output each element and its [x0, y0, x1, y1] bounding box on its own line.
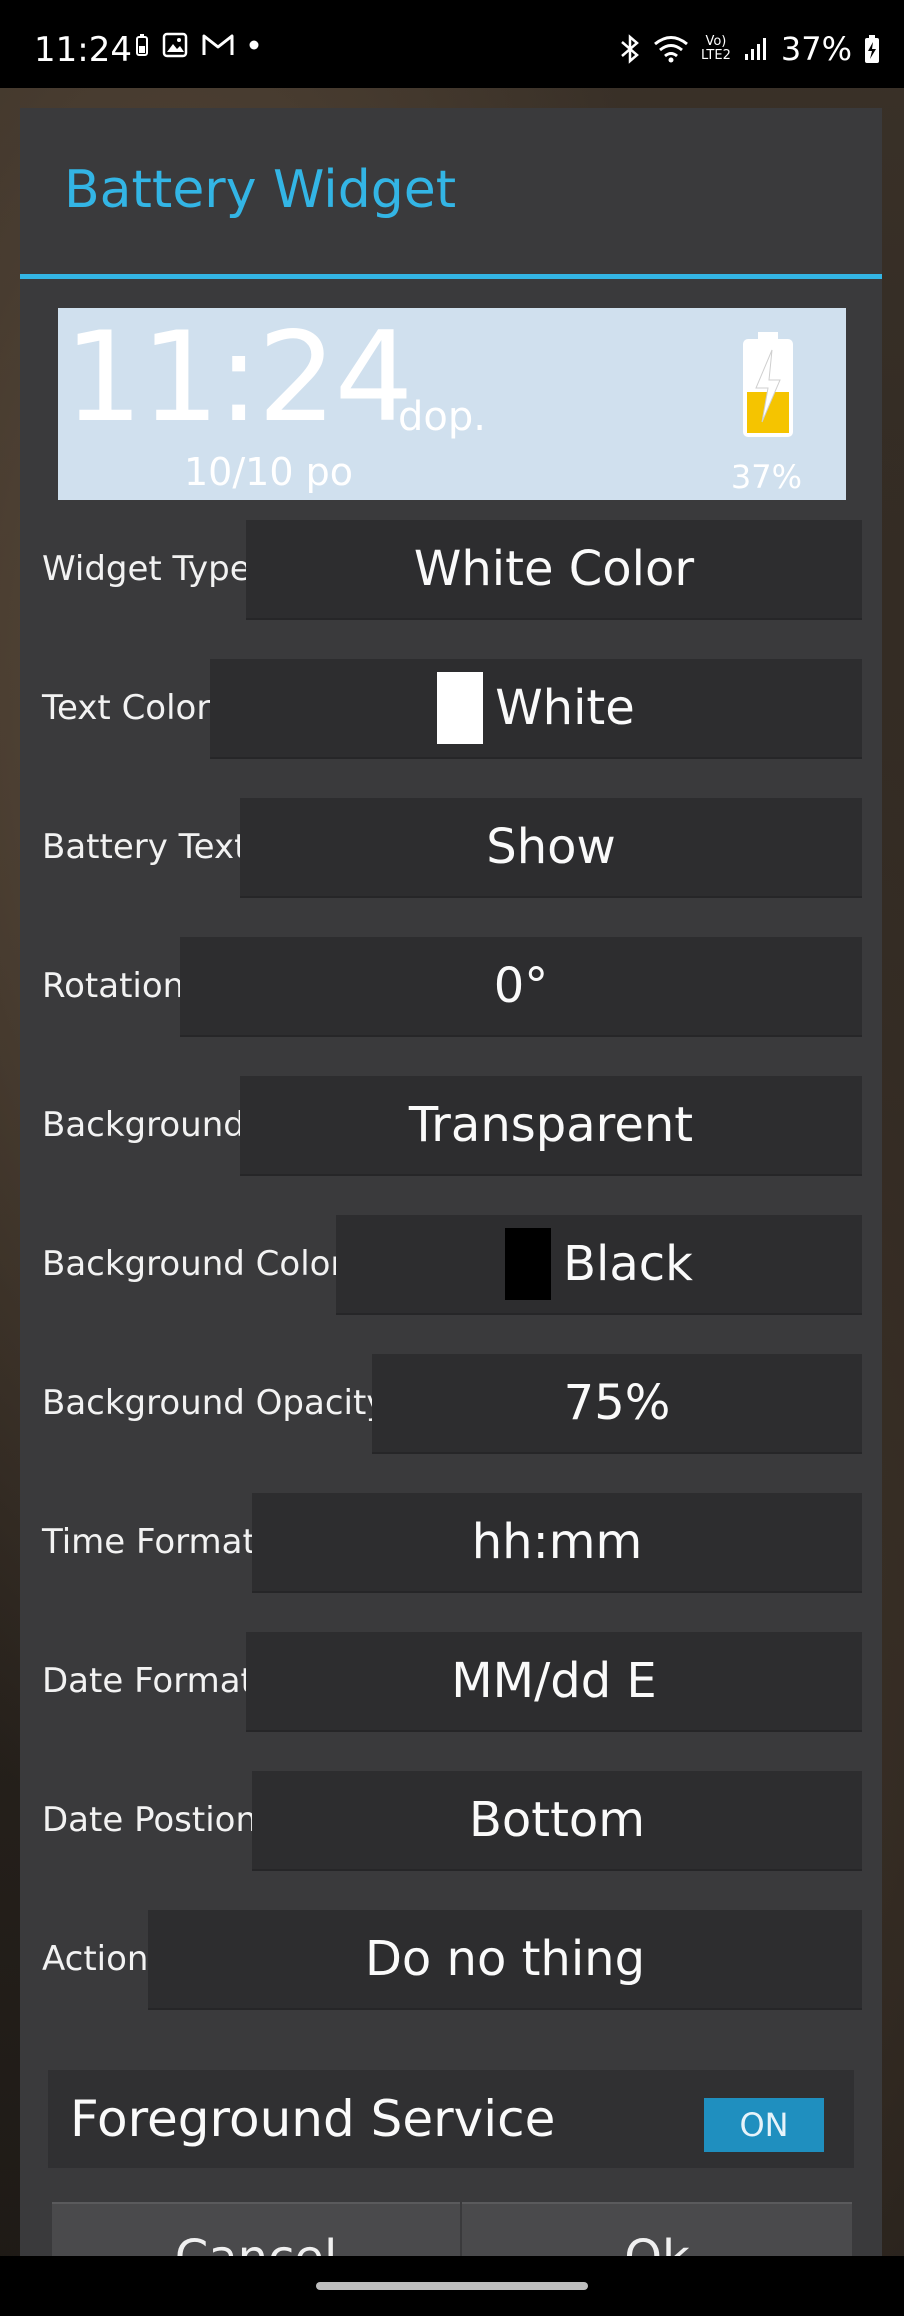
text-color-select[interactable]: White — [210, 659, 862, 757]
setting-label: Text Color — [42, 688, 211, 728]
preview-battery-percent: 37% — [730, 458, 802, 496]
action-select[interactable]: Do no thing — [148, 1910, 862, 2008]
volte-icon: Vo) LTE2 — [700, 34, 731, 63]
background-color-select[interactable]: Black — [336, 1215, 862, 1313]
setting-label: Date Postion — [42, 1800, 258, 1840]
foreground-service-toggle[interactable]: ON — [704, 2098, 824, 2152]
status-battery-percent: 37% — [780, 30, 852, 68]
setting-label: Widget Type — [42, 549, 251, 589]
setting-row-time-format: Time Format hh:mm — [20, 1493, 882, 1591]
notification-icons — [136, 32, 260, 58]
setting-label: Rotation — [42, 966, 185, 1006]
setting-row-action: Action Do no thing — [20, 1910, 882, 2008]
setting-row-text-color: Text Color White — [20, 659, 882, 757]
setting-row-rotation: Rotation 0° — [20, 937, 882, 1035]
setting-row-widget-type: Widget Type White Color — [20, 520, 882, 618]
status-bar: 11:24 Vo) LTE2 37% — [0, 0, 904, 88]
setting-row-background-opacity: Background Opacity 75% — [20, 1354, 882, 1452]
battery-charging-icon — [743, 332, 793, 437]
widget-type-select[interactable]: White Color — [246, 520, 862, 618]
gmail-icon — [202, 34, 234, 55]
battery-text-select[interactable]: Show — [240, 798, 862, 896]
dialog-title: Battery Widget — [64, 160, 457, 220]
preview-time: 11:24 — [64, 306, 413, 450]
widget-preview: 11:24 dop. 10/10 po 37% — [58, 308, 846, 500]
setting-label: Background — [42, 1105, 245, 1145]
time-format-select[interactable]: hh:mm — [252, 1493, 862, 1591]
ok-button[interactable]: Ok — [462, 2202, 852, 2256]
battery-charging-icon — [865, 35, 879, 63]
setting-label: Background Opacity — [42, 1383, 387, 1423]
setting-label: Action — [42, 1939, 149, 1979]
bluetooth-icon — [621, 34, 639, 64]
setting-row-date-position: Date Postion Bottom — [20, 1771, 882, 1869]
setting-label: Time Format — [42, 1522, 256, 1562]
cancel-button[interactable]: Cancel — [52, 2202, 460, 2256]
text-color-swatch — [437, 672, 484, 744]
background-select[interactable]: Transparent — [240, 1076, 862, 1174]
setting-label: Background Color — [42, 1244, 345, 1284]
rotation-select[interactable]: 0° — [180, 937, 862, 1035]
setting-row-background-color: Background Color Black — [20, 1215, 882, 1313]
setting-label: Date Format — [42, 1661, 254, 1701]
navigation-bar — [0, 2256, 904, 2316]
foreground-service-row: Foreground Service ON — [48, 2070, 854, 2168]
preview-ampm: dop. — [398, 394, 486, 440]
image-icon — [162, 32, 188, 58]
date-format-select[interactable]: MM/dd E — [246, 1632, 862, 1730]
foreground-service-label: Foreground Service — [70, 2090, 556, 2148]
battery-widget-dialog: Battery Widget 11:24 dop. 10/10 po 37% W… — [20, 108, 882, 2256]
status-time: 11:24 — [34, 30, 132, 70]
setting-row-date-format: Date Format MM/dd E — [20, 1632, 882, 1730]
wifi-icon — [654, 36, 688, 63]
background-opacity-select[interactable]: 75% — [372, 1354, 862, 1452]
system-icons: Vo) LTE2 37% — [619, 30, 880, 68]
preview-date: 10/10 po — [184, 450, 353, 494]
background-color-swatch — [505, 1228, 552, 1300]
dot-icon — [249, 40, 259, 50]
home-gesture-handle[interactable] — [316, 2282, 588, 2290]
setting-row-background: Background Transparent — [20, 1076, 882, 1174]
battery-small-icon — [136, 34, 148, 56]
date-position-select[interactable]: Bottom — [252, 1771, 862, 1869]
signal-icon — [744, 38, 766, 60]
title-divider — [20, 274, 882, 279]
setting-label: Battery Text — [42, 827, 248, 867]
setting-row-battery-text: Battery Text Show — [20, 798, 882, 896]
